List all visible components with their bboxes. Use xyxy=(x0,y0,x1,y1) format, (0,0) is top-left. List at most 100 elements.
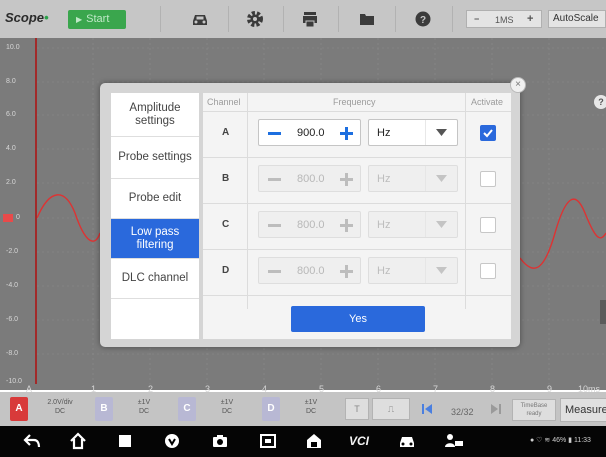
channel-b-settings[interactable]: ±1V DC xyxy=(116,398,172,416)
unit-select[interactable]: Hz xyxy=(368,165,458,192)
help-icon[interactable]: ? xyxy=(413,9,433,29)
channel-d-button[interactable]: D xyxy=(262,397,280,421)
home-garage-icon[interactable] xyxy=(304,431,324,451)
tab-low-pass-filtering[interactable]: Low pass filtering xyxy=(111,219,199,259)
tab-dlc-channel[interactable]: DLC channel xyxy=(111,259,199,299)
chevron-down-icon[interactable] xyxy=(425,120,458,145)
frequency-value: 800.0 xyxy=(297,219,325,231)
gear-icon[interactable] xyxy=(245,9,265,29)
y-tick-label: -8.0 xyxy=(6,350,19,357)
y-tick-label: 4.0 xyxy=(6,145,16,152)
frequency-value: 800.0 xyxy=(297,265,325,277)
car-icon[interactable] xyxy=(190,9,210,29)
autoscale-button[interactable]: AutoScale xyxy=(548,10,606,28)
scope-help-button[interactable]: ? xyxy=(594,95,606,109)
frequency-value: 900.0 xyxy=(297,127,325,139)
filter-row-b: B 800.0 Hz xyxy=(203,157,511,199)
y-tick-label: 0 xyxy=(16,214,20,221)
y-tick-label: 10.0 xyxy=(6,44,20,51)
trigger-mode-button[interactable]: ⎍ xyxy=(372,398,410,420)
activate-checkbox[interactable] xyxy=(480,217,496,233)
tab-amplitude-settings[interactable]: Amplitude settings xyxy=(111,93,199,137)
channel-column-header: Channel xyxy=(207,97,241,107)
yes-button[interactable]: Yes xyxy=(291,306,425,332)
y-tick-label: -4.0 xyxy=(6,282,19,289)
channel-c-button[interactable]: C xyxy=(178,397,196,421)
filter-row-a: A 900.0 Hz xyxy=(203,111,511,153)
toolbar-divider xyxy=(452,6,453,32)
channel-status-bar: A 2.0V/div DC B ±1V DC C ±1V DC D ±1V DC T ⎍… xyxy=(0,392,606,426)
vci-status[interactable]: VCI xyxy=(349,434,369,448)
y-tick-label: 8.0 xyxy=(6,78,16,85)
camera-icon[interactable] xyxy=(210,431,230,451)
y-tick-label: -2.0 xyxy=(6,248,19,255)
system-navigation-bar: VCI ● ♡ ≋ 46% ▮ 11:33 xyxy=(0,426,606,457)
unit-select[interactable]: Hz xyxy=(368,119,458,146)
start-button[interactable]: ▶ Start xyxy=(68,10,126,29)
toolbar-divider xyxy=(338,6,339,32)
channel-c-settings[interactable]: ±1V DC xyxy=(199,398,255,416)
frequency-stepper[interactable]: 800.0 xyxy=(258,257,361,284)
unit-select[interactable]: Hz xyxy=(368,211,458,238)
decrement-button[interactable] xyxy=(268,224,281,227)
chevron-down-icon[interactable] xyxy=(425,166,458,191)
activate-checkbox[interactable] xyxy=(480,171,496,187)
channel-label: C xyxy=(222,219,230,230)
y-tick-label: -10.0 xyxy=(6,378,22,385)
side-panel-handle[interactable] xyxy=(600,300,606,324)
tab-probe-edit[interactable]: Probe edit xyxy=(111,179,199,219)
toolbar-divider xyxy=(395,6,396,32)
low-pass-filter-panel: Channel Frequency Activate A 900.0 Hz B … xyxy=(203,93,511,339)
channel-label: A xyxy=(222,127,230,138)
zoom-plus-button[interactable]: + xyxy=(527,13,533,25)
recent-apps-icon[interactable] xyxy=(115,431,135,451)
tab-probe-settings[interactable]: Probe settings xyxy=(111,137,199,179)
zoom-minus-button[interactable]: − xyxy=(474,14,479,24)
skip-forward-icon[interactable] xyxy=(489,403,503,415)
channel-d-settings[interactable]: ±1V DC xyxy=(283,398,339,416)
activate-checkbox[interactable] xyxy=(480,263,496,279)
system-status-indicators: ● ♡ ≋ 46% ▮ 11:33 xyxy=(530,437,591,444)
unit-value: Hz xyxy=(377,265,391,277)
decrement-button[interactable] xyxy=(268,132,281,135)
toolbar-divider xyxy=(228,6,229,32)
chevron-down-icon[interactable] xyxy=(425,212,458,237)
channel-a-button[interactable]: A xyxy=(10,397,28,421)
chevron-down-icon[interactable] xyxy=(425,258,458,283)
channel-a-axis xyxy=(35,38,37,384)
measure-button[interactable]: Measure xyxy=(560,398,606,422)
printer-icon[interactable] xyxy=(300,9,320,29)
user-car-icon[interactable] xyxy=(444,431,464,451)
frequency-stepper[interactable]: 800.0 xyxy=(258,165,361,192)
unit-value: Hz xyxy=(377,173,391,185)
close-dialog-button[interactable]: × xyxy=(510,77,526,93)
settings-tab-list: Amplitude settings Probe settings Probe … xyxy=(111,93,199,339)
activate-column-header: Activate xyxy=(471,97,504,107)
toolbar-divider xyxy=(160,6,161,32)
y-tick-label: 2.0 xyxy=(6,179,16,186)
timebase-status[interactable]: TimeBase ready xyxy=(512,399,556,421)
back-icon[interactable] xyxy=(22,431,42,451)
unit-select[interactable]: Hz xyxy=(368,257,458,284)
check-icon xyxy=(483,129,493,138)
diagnostics-icon[interactable] xyxy=(162,431,182,451)
decrement-button[interactable] xyxy=(268,178,281,181)
buffer-pager: 32/32 xyxy=(451,407,474,417)
app-logo: Scope• xyxy=(5,10,49,25)
timebase-zoom-control[interactable]: − 1MS + xyxy=(466,10,542,28)
skip-back-icon[interactable] xyxy=(420,403,434,415)
top-toolbar: Scope• ▶ Start ? − 1MS + AutoScale xyxy=(0,0,606,38)
frequency-stepper[interactable]: 900.0 xyxy=(258,119,361,146)
activate-checkbox[interactable] xyxy=(480,125,496,141)
decrement-button[interactable] xyxy=(268,270,281,273)
row-divider xyxy=(203,295,511,296)
trigger-button[interactable]: T xyxy=(345,398,369,420)
screen-record-icon[interactable] xyxy=(258,431,278,451)
folder-icon[interactable] xyxy=(357,9,377,29)
home-icon[interactable] xyxy=(68,431,88,451)
zoom-value: 1MS xyxy=(495,15,514,25)
vehicle-icon[interactable] xyxy=(397,431,417,451)
channel-a-settings[interactable]: 2.0V/div DC xyxy=(32,398,88,416)
frequency-stepper[interactable]: 800.0 xyxy=(258,211,361,238)
channel-b-button[interactable]: B xyxy=(95,397,113,421)
